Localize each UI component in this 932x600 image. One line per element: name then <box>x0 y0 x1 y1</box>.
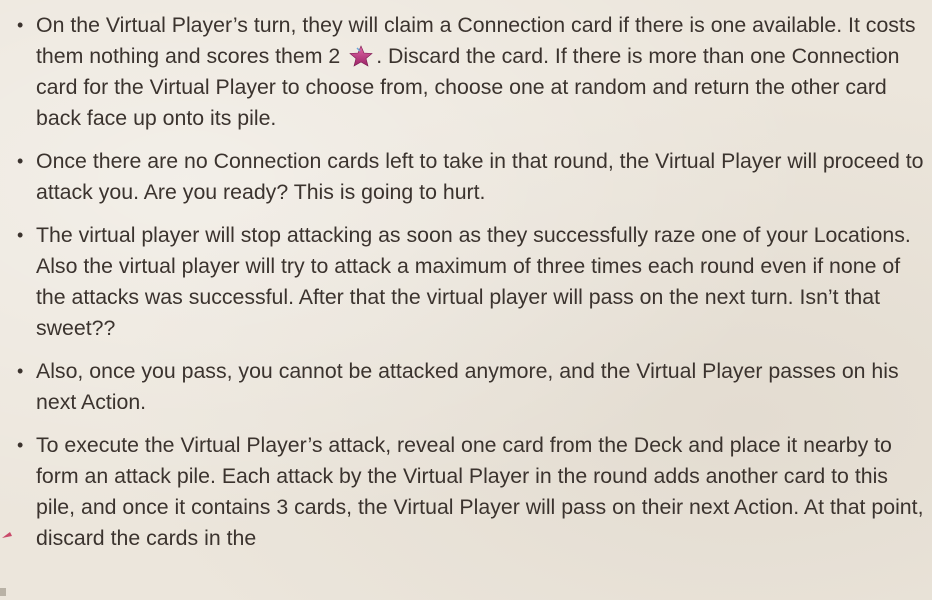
star-icon <box>349 45 373 67</box>
rule-attack-start: • Once there are no Connection cards lef… <box>14 146 926 208</box>
rule-text: Also, once you pass, you cannot be attac… <box>36 359 899 414</box>
bullet: • <box>17 435 24 455</box>
rule-text: To execute the Virtual Player’s attack, … <box>36 433 924 550</box>
decorative-edge-mark <box>0 532 12 596</box>
rule-text: Once there are no Connection cards left … <box>36 149 924 204</box>
rules-list: • On the Virtual Player’s turn, they wil… <box>14 10 926 566</box>
bullet: • <box>17 225 24 245</box>
bullet: • <box>17 15 24 35</box>
rulebook-page: • On the Virtual Player’s turn, they wil… <box>0 0 932 600</box>
rule-text: The virtual player will stop attacking a… <box>36 223 911 340</box>
rule-connection-card: • On the Virtual Player’s turn, they wil… <box>14 10 926 134</box>
rule-attack-execution: • To execute the Virtual Player’s attack… <box>14 430 926 554</box>
bullet: • <box>17 361 24 381</box>
bullet: • <box>17 151 24 171</box>
rule-pass: • Also, once you pass, you cannot be att… <box>14 356 926 418</box>
rule-attack-limit: • The virtual player will stop attacking… <box>14 220 926 344</box>
